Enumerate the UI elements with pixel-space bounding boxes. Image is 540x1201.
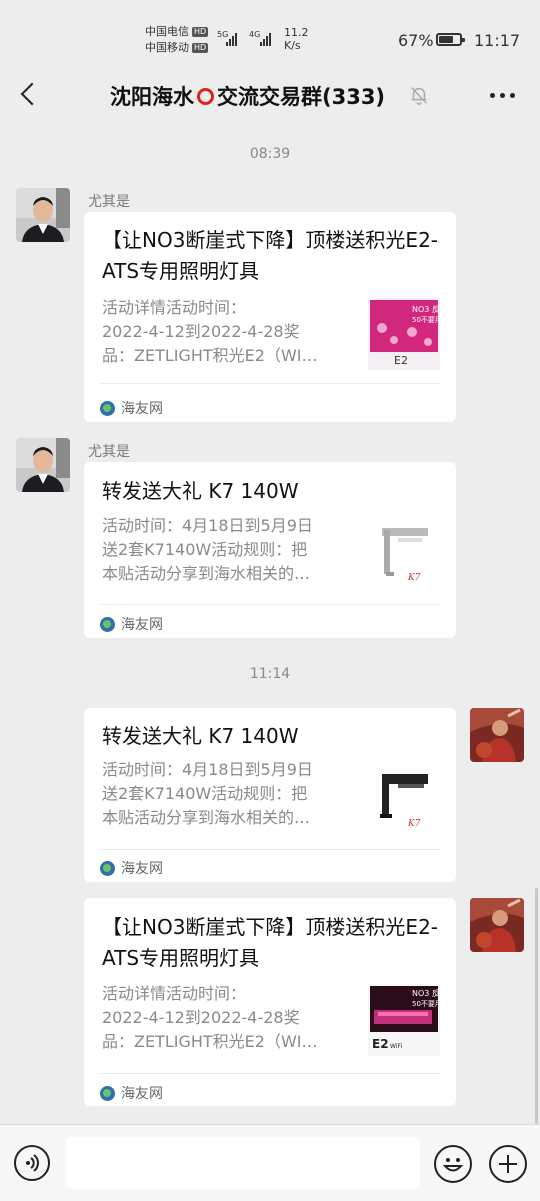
battery-icon <box>436 33 465 46</box>
network-speed-unit: K/s <box>284 39 301 52</box>
avatar[interactable] <box>16 438 70 492</box>
card-description: 活动时间：4月18日到5月9日 送2套K7140W活动规则：把 本贴活动分享到海… <box>102 758 354 830</box>
card-divider <box>100 849 440 850</box>
card-thumbnail: K7 <box>368 516 440 588</box>
thumb-text: NO3 反研 <box>412 304 440 314</box>
globe-icon <box>100 400 115 416</box>
card-source: 海友网 <box>100 1083 163 1103</box>
input-bar <box>0 1124 540 1201</box>
card-title: 【让NO3断崖式下降】顶楼送积光E2-ATS专用照明灯具 <box>102 915 439 970</box>
timestamp: 11:14 <box>249 666 291 682</box>
globe-icon <box>100 616 115 632</box>
chat-title: 沈阳海水 交流交易群(333) <box>110 81 385 111</box>
message-input[interactable] <box>66 1137 420 1189</box>
red-circle-icon <box>197 87 214 105</box>
thumb-logo: K7 <box>407 573 421 583</box>
card-divider <box>100 383 440 384</box>
thumb-text: 50不要用 <box>412 1000 440 1008</box>
card-thumbnail: NO3 反研 50不要用 E2 <box>368 298 440 370</box>
card-source: 海友网 <box>100 398 163 418</box>
clock: 11:17 <box>474 31 521 50</box>
card-desc-line: 活动详情活动时间： <box>102 984 247 1003</box>
plus-icon[interactable] <box>489 1145 527 1183</box>
avatar[interactable] <box>470 898 524 952</box>
carrier-info: 中国电信 HD 中国移动 HD <box>145 24 209 56</box>
card-desc-line: 本贴活动分享到海水相关的… <box>102 808 311 827</box>
scrollbar[interactable] <box>535 888 538 1124</box>
bell-off-icon <box>411 87 427 105</box>
card-title: 转发送大礼 K7 140W <box>102 724 299 748</box>
battery-percent: 67% <box>398 31 434 50</box>
chat-header: 沈阳海水 交流交易群(333) <box>0 62 540 126</box>
source-name: 海友网 <box>121 401 163 417</box>
voice-icon[interactable] <box>14 1145 50 1181</box>
chat-title-part2: 交流交易群(333) <box>217 85 386 109</box>
network-speed: 11.2 K/s <box>284 26 309 52</box>
thumb-text: WiFi <box>390 1043 402 1050</box>
network-4g-label: 4G <box>249 30 261 39</box>
card-divider <box>100 604 440 605</box>
globe-icon <box>100 1085 115 1101</box>
card-desc-line: 2022-4-12到2022-4-28奖 <box>102 322 300 341</box>
card-desc-line: 活动时间：4月18日到5月9日 <box>102 516 313 535</box>
thumb-text: E2 <box>372 1037 389 1051</box>
status-bar: 中国电信 HD 中国移动 HD 5G 4G 11.2 K/s 67% 11:17 <box>0 0 540 62</box>
card-divider <box>100 1073 440 1074</box>
avatar[interactable] <box>16 188 70 242</box>
card-desc-line: 活动详情活动时间： <box>102 298 247 317</box>
card-desc-line: 活动时间：4月18日到5月9日 <box>102 760 313 779</box>
thumb-text: 50不要用 <box>412 316 440 324</box>
card-description: 活动详情活动时间： 2022-4-12到2022-4-28奖 品：ZETLIGH… <box>102 296 354 368</box>
card-desc-line: 2022-4-12到2022-4-28奖 <box>102 1008 300 1027</box>
signal-icon-2 <box>260 32 271 46</box>
thumb-text: E2 <box>394 354 408 367</box>
card-description: 活动时间：4月18日到5月9日 送2套K7140W活动规则：把 本贴活动分享到海… <box>102 514 354 586</box>
card-source: 海友网 <box>100 614 163 634</box>
back-arrow-icon[interactable] <box>10 74 46 114</box>
link-card[interactable]: 【让NO3断崖式下降】顶楼送积光E2-ATS专用照明灯具 活动详情活动时间： 2… <box>84 898 456 1106</box>
card-desc-line: 本贴活动分享到海水相关的… <box>102 564 311 583</box>
card-desc-line: 品：ZETLIGHT积光E2（WI… <box>102 1032 318 1051</box>
card-title: 转发送大礼 K7 140W <box>102 479 299 503</box>
card-thumbnail: K7 <box>368 760 440 832</box>
carrier-1: 中国电信 <box>145 25 189 38</box>
thumb-logo: K7 <box>407 819 421 829</box>
network-speed-value: 11.2 <box>284 26 309 39</box>
card-description: 活动详情活动时间： 2022-4-12到2022-4-28奖 品：ZETLIGH… <box>102 982 354 1054</box>
link-card[interactable]: 转发送大礼 K7 140W 活动时间：4月18日到5月9日 送2套K7140W活… <box>84 462 456 638</box>
card-source: 海友网 <box>100 858 163 878</box>
card-desc-line: 送2套K7140W活动规则：把 <box>102 540 308 559</box>
card-title: 【让NO3断崖式下降】顶楼送积光E2-ATS专用照明灯具 <box>102 228 439 283</box>
signal-icon-1 <box>226 32 237 46</box>
source-name: 海友网 <box>121 1086 163 1102</box>
hd-badge-2: HD <box>192 43 209 53</box>
card-thumbnail: NO3 反研 50不要用 E2 WiFi <box>368 984 440 1056</box>
source-name: 海友网 <box>121 617 163 633</box>
link-card[interactable]: 【让NO3断崖式下降】顶楼送积光E2-ATS专用照明灯具 活动详情活动时间： 2… <box>84 212 456 422</box>
sender-name: 尤其是 <box>88 444 130 460</box>
link-card[interactable]: 转发送大礼 K7 140W 活动时间：4月18日到5月9日 送2套K7140W活… <box>84 708 456 882</box>
avatar[interactable] <box>470 708 524 762</box>
timestamp: 08:39 <box>249 146 291 162</box>
emoji-icon[interactable] <box>434 1145 472 1183</box>
card-desc-line: 品：ZETLIGHT积光E2（WI… <box>102 346 318 365</box>
chat-title-part1: 沈阳海水 <box>110 85 194 109</box>
sender-name: 尤其是 <box>88 194 130 210</box>
carrier-2: 中国移动 <box>145 41 189 54</box>
globe-icon <box>100 860 115 876</box>
hd-badge-1: HD <box>192 27 209 37</box>
source-name: 海友网 <box>121 861 163 877</box>
more-icon[interactable] <box>484 80 520 110</box>
thumb-text: NO3 反研 <box>412 988 440 998</box>
card-desc-line: 送2套K7140W活动规则：把 <box>102 784 308 803</box>
